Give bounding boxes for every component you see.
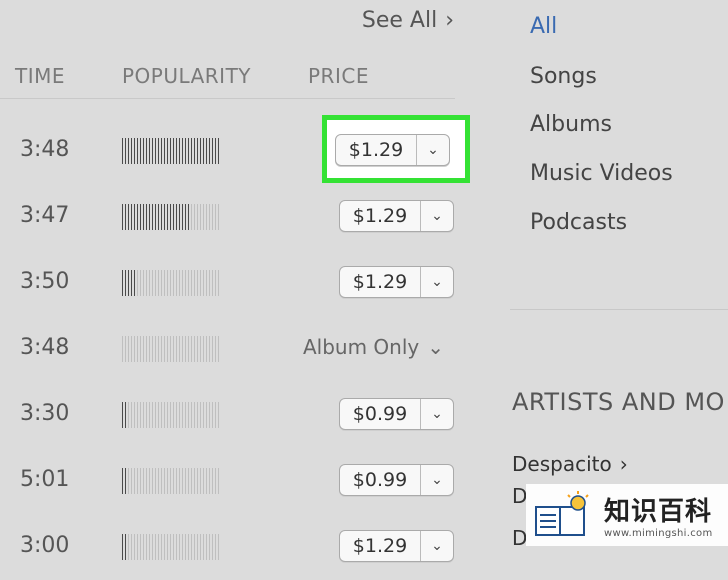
artist-link[interactable]: Despacito › [512,452,628,476]
table-row[interactable]: 3:48 $1.29 ⌄ [0,118,470,184]
see-all-label: See All [361,8,438,33]
track-time: 3:47 [20,203,70,228]
chevron-down-icon: ⌄ [427,335,444,359]
chevron-down-icon[interactable]: ⌄ [421,399,453,429]
price-label: $0.99 [340,465,421,495]
watermark-logo: 知识百科 www.mimingshi.com [526,484,728,546]
table-row[interactable]: 3:00 $1.29 ⌄ [0,514,470,580]
header-popularity[interactable]: POPULARITY [122,64,251,88]
category-albums[interactable]: Albums [530,112,612,137]
track-time: 3:48 [20,335,70,360]
watermark-title: 知识百科 [604,497,713,527]
popularity-bar [122,270,220,296]
buy-button[interactable]: $0.99 ⌄ [339,464,454,496]
album-only-link[interactable]: Album Only ⌄ [303,335,444,359]
track-time: 5:01 [20,467,70,492]
sidebar-divider [510,309,728,310]
buy-button[interactable]: $1.29 ⌄ [339,200,454,232]
chevron-right-icon: › [619,452,628,476]
table-row[interactable]: 3:50 $1.29 ⌄ [0,250,470,316]
buy-button[interactable]: $1.29 ⌄ [339,266,454,298]
chevron-down-icon[interactable]: ⌄ [421,465,453,495]
chevron-right-icon: › [445,8,454,33]
see-all-link[interactable]: See All › [362,8,454,33]
search-sidebar: All Songs Albums Music Videos Podcasts A… [510,0,728,550]
price-label: $1.29 [340,531,421,561]
song-list: See All › TIME POPULARITY PRICE 3:48 $1.… [0,0,470,562]
watermark-url: www.mimingshi.com [604,528,713,539]
category-all[interactable]: All [530,14,557,39]
price-label: $1.29 [340,267,421,297]
track-time: 3:30 [20,401,70,426]
price-label: $1.29 [336,135,417,165]
buy-button[interactable]: $1.29 ⌄ [335,134,450,166]
table-row[interactable]: 3:47 $1.29 ⌄ [0,184,470,250]
price-label: $1.29 [340,201,421,231]
section-title: ARTISTS AND MO [512,388,725,416]
category-music-videos[interactable]: Music Videos [530,161,673,186]
buy-button[interactable]: $1.29 ⌄ [339,530,454,562]
popularity-bar [122,534,220,560]
buy-button[interactable]: $0.99 ⌄ [339,398,454,430]
header-time[interactable]: TIME [15,64,65,88]
track-time: 3:48 [20,137,70,162]
popularity-bar [122,138,220,164]
category-songs[interactable]: Songs [530,64,597,89]
chevron-down-icon[interactable]: ⌄ [421,267,453,297]
artist-name: Despacito [512,452,612,476]
category-podcasts[interactable]: Podcasts [530,210,627,235]
popularity-bar [122,402,220,428]
chevron-down-icon[interactable]: ⌄ [417,135,449,165]
table-row[interactable]: 3:48 Album Only ⌄ [0,316,470,382]
chevron-down-icon[interactable]: ⌄ [421,531,453,561]
price-label: $0.99 [340,399,421,429]
track-time: 3:50 [20,269,70,294]
album-only-label: Album Only [302,335,420,359]
table-row[interactable]: 5:01 $0.99 ⌄ [0,448,470,514]
header-price[interactable]: PRICE [308,64,369,88]
table-row[interactable]: 3:30 $0.99 ⌄ [0,382,470,448]
list-header: TIME POPULARITY PRICE [0,64,455,99]
chevron-down-icon[interactable]: ⌄ [421,201,453,231]
book-bulb-icon [535,491,589,536]
popularity-bar [122,336,220,362]
popularity-bar [122,204,220,230]
popularity-bar [122,468,220,494]
